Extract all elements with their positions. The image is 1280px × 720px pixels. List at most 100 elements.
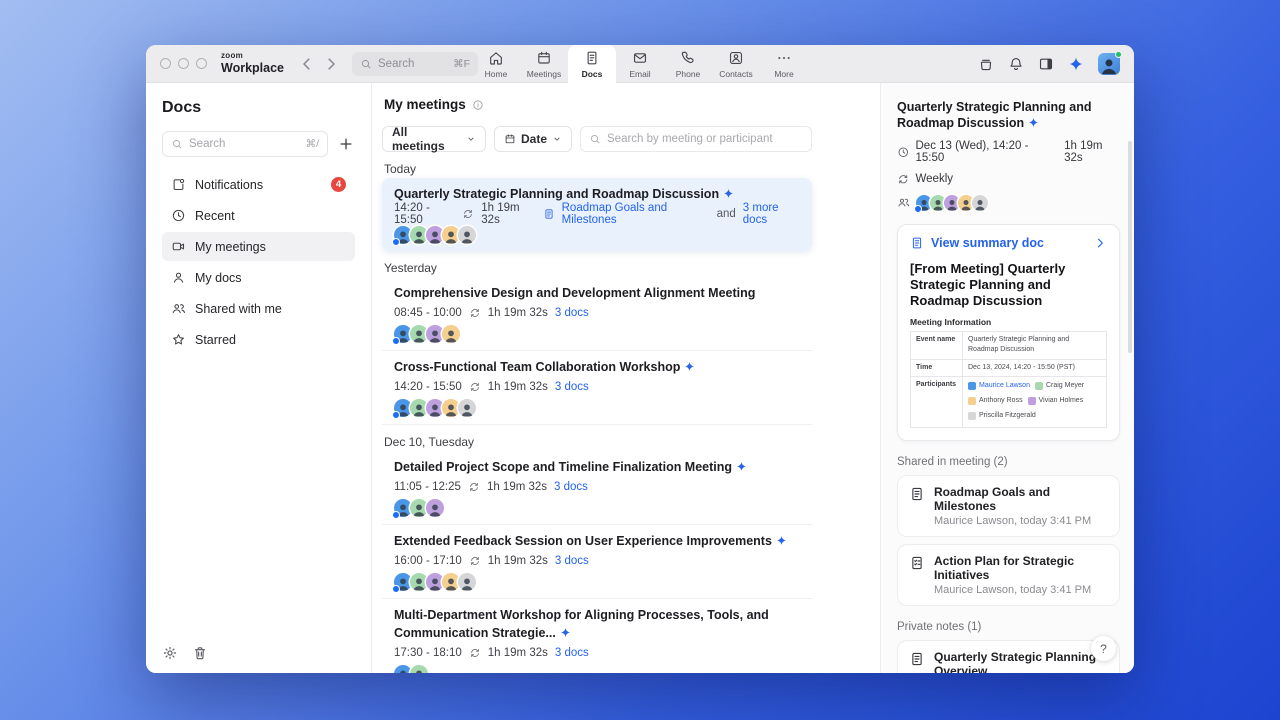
meeting-row[interactable]: Quarterly Strategic Planning and Roadmap… (382, 178, 812, 251)
meeting-info-table: Event name Quarterly Strategic Planning a… (910, 330, 1107, 429)
presence-dot (1115, 50, 1122, 58)
tab-label: Phone (675, 69, 701, 79)
side-panel-toggle-icon[interactable] (1038, 56, 1054, 72)
participant-name: Anthony Ross (979, 396, 1023, 404)
doc-card[interactable]: Action Plan for Strategic Initiatives Mau… (897, 544, 1120, 607)
sidebar-nav: Notifications 4 Recent My meetings My docs Sh… (162, 170, 355, 356)
sidebar-item-starred[interactable]: Starred (162, 325, 355, 354)
tab-meetings[interactable]: Meetings (520, 45, 568, 83)
window-zoom-button[interactable] (196, 58, 207, 69)
tab-home[interactable]: Home (472, 45, 520, 83)
shared-in-meeting-header: Shared in meeting (2) (897, 456, 1008, 469)
titlebar-actions (978, 50, 1122, 75)
tab-label: Contacts (719, 69, 753, 79)
meeting-avatars (392, 499, 800, 519)
group-label: Today (384, 162, 417, 176)
doc-preview-heading: [From Meeting] Quarterly Strategic Plann… (910, 260, 1066, 308)
sidebar-item-label: My docs (195, 270, 242, 285)
window-close-button[interactable] (160, 58, 171, 69)
table-row-value: Dec 13, 2024, 14:20 - 15:50 (PST) (962, 358, 1107, 377)
sidebar-item-shared-with-me[interactable]: Shared with me (162, 294, 355, 323)
meeting-row[interactable]: Extended Feedback Session on User Experi… (382, 525, 812, 599)
sidebar-item-notifications[interactable]: Notifications 4 (162, 170, 355, 199)
docs-count-link[interactable]: 3 docs (555, 555, 589, 567)
meeting-details-panel: Quarterly Strategic Planning and Roadmap… (880, 83, 1134, 673)
summary-doc-card[interactable]: View summary doc [From Meeting] Quarterl… (897, 223, 1120, 442)
participant-avatar (458, 226, 476, 244)
global-search-placeholder: Search (378, 57, 415, 70)
meeting-duration: 1h 19m 32s (487, 647, 548, 659)
participant-mini-avatar (1034, 382, 1043, 391)
docs-count-link[interactable]: 3 docs (555, 647, 589, 659)
tab-phone[interactable]: Phone (664, 45, 712, 83)
doc-lines-icon (909, 651, 925, 667)
private-docs-list: Quarterly Strategic Planning OverviewMau… (897, 640, 1120, 673)
back-button[interactable] (298, 55, 316, 73)
sidebar-item-recent[interactable]: Recent (162, 201, 355, 230)
meeting-row[interactable]: Comprehensive Design and Development Ali… (382, 277, 812, 351)
more-docs-link[interactable]: 3 more docs (743, 202, 800, 226)
sparkle-icon (723, 188, 734, 199)
mail-icon (632, 50, 648, 66)
participant-avatar (442, 325, 460, 343)
tab-label: Meetings (526, 69, 562, 79)
view-summary-doc-link[interactable]: View summary doc (910, 236, 1107, 250)
doc-card[interactable]: Roadmap Goals and Milestones Maurice Laws… (897, 475, 1120, 538)
sidebar-search-placeholder: Search (189, 138, 226, 150)
sidebar-item-label: Shared with me (195, 301, 282, 316)
meeting-search-input[interactable]: Search by meeting or participant (580, 126, 812, 152)
tab-docs[interactable]: Docs (568, 45, 616, 84)
participant-avatar (410, 665, 428, 673)
meeting-row[interactable]: Cross-Functional Team Collaboration Work… (382, 351, 812, 425)
sidebar-item-my-docs[interactable]: My docs (162, 263, 355, 292)
participant-avatar (458, 573, 476, 591)
docs-count-link[interactable]: 3 docs (555, 307, 589, 319)
sidebar-item-label: Notifications (195, 177, 264, 192)
ai-companion-icon[interactable] (1068, 56, 1084, 72)
tab-more[interactable]: More (760, 45, 808, 83)
rooms-icon[interactable] (978, 56, 994, 72)
meeting-row[interactable]: Detailed Project Scope and Timeline Fina… (382, 451, 812, 525)
docs-count-link[interactable]: 3 docs (554, 481, 588, 493)
doc-card[interactable]: Quarterly Strategic Planning OverviewMau… (897, 640, 1120, 673)
meetings-filter-dropdown[interactable]: All meetings (382, 125, 486, 153)
user-avatar[interactable] (1098, 50, 1122, 75)
doc-link[interactable]: Roadmap Goals and Milestones (562, 202, 710, 226)
participant-name: Priscilla Fitzgerald (979, 411, 1036, 419)
forward-button[interactable] (322, 55, 340, 73)
date-filter-label: Date (520, 132, 547, 146)
details-scrollbar[interactable] (1128, 141, 1132, 353)
doc-meta: Maurice Lawson, today 3:41 PM (934, 584, 1092, 597)
tab-contacts[interactable]: Contacts (712, 45, 760, 83)
notifications-bell-icon[interactable] (1008, 56, 1024, 72)
tab-email[interactable]: Email (616, 45, 664, 83)
doc-title: Action Plan for Strategic Initiatives (934, 554, 1075, 583)
help-button[interactable]: ? (1091, 636, 1116, 661)
repeat-icon (469, 307, 481, 319)
sidebar-item-my-meetings[interactable]: My meetings (162, 232, 355, 261)
window-controls (160, 58, 207, 69)
info-icon[interactable] (472, 99, 484, 111)
window-minimize-button[interactable] (178, 58, 189, 69)
logo-workplace-text: Workplace (221, 61, 284, 76)
group-label: Yesterday (384, 261, 437, 275)
meeting-avatars (392, 573, 800, 593)
meeting-row[interactable]: Multi-Department Workshop for Aligning P… (382, 599, 812, 673)
notification-badge: 4 (331, 177, 346, 192)
meetings-list-pane: My meetings All meetings Date Search by … (372, 83, 880, 673)
docs-count-link[interactable]: 3 docs (555, 381, 589, 393)
global-search-input[interactable]: Search ⌘F (352, 51, 478, 76)
chevron-down-icon (552, 134, 562, 144)
settings-gear-icon[interactable] (162, 645, 178, 661)
sparkle-icon (560, 627, 571, 638)
meeting-duration: 1h 19m 32s (487, 381, 548, 393)
sidebar-search-input[interactable]: Search ⌘/ (162, 131, 328, 157)
star-icon (171, 332, 186, 347)
trash-icon[interactable] (192, 645, 208, 661)
sidebar-item-label: Starred (195, 332, 236, 347)
meeting-time: 08:45 - 10:00 (394, 307, 462, 319)
home-icon (488, 50, 504, 66)
date-filter-dropdown[interactable]: Date (493, 126, 572, 152)
table-row-value: Quarterly Strategic Planning and Roadmap… (962, 330, 1107, 360)
new-doc-button[interactable] (337, 135, 355, 153)
